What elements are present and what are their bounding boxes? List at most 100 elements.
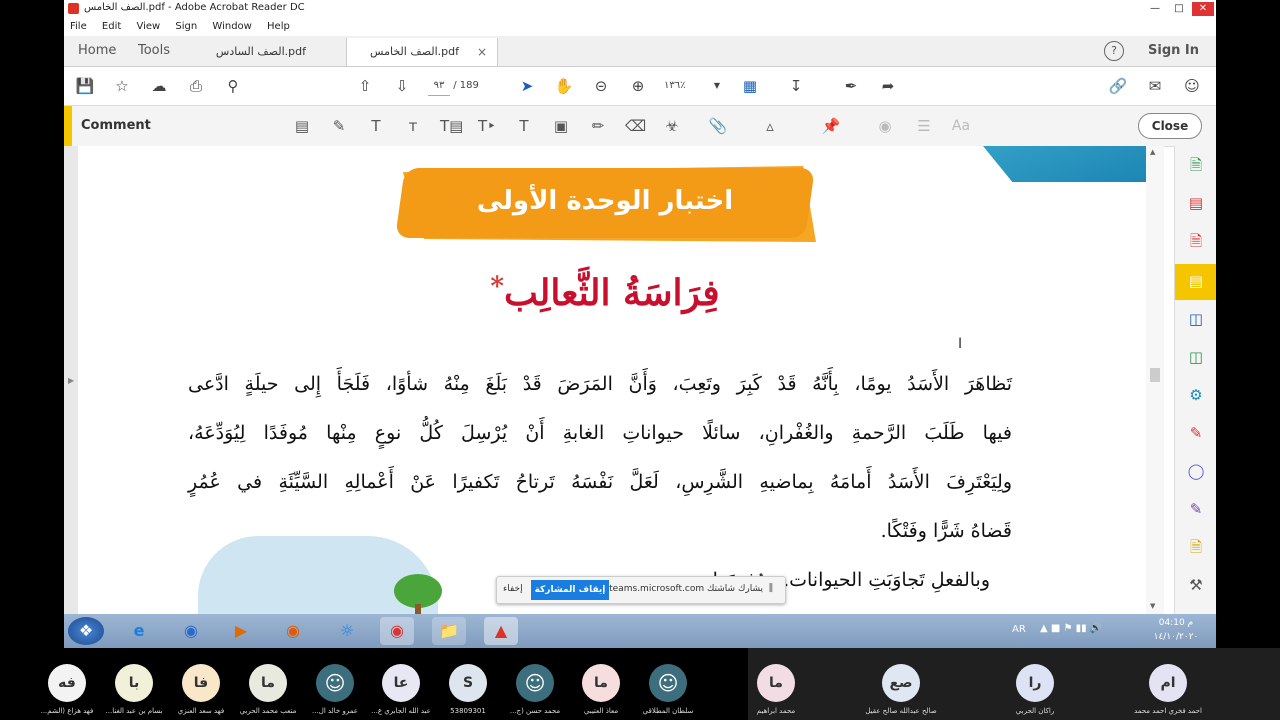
user-icon: ☺ [316,664,354,702]
edit-pdf-icon[interactable]: 🗎 [1185,536,1207,558]
add-user-icon[interactable]: ☺ [1182,76,1202,96]
tools-tab[interactable]: Tools [138,43,170,58]
star-icon[interactable]: ☆ [112,76,132,96]
attach-file-icon[interactable]: 📎 [708,116,728,136]
menu-bar: File Edit View Sign Window Help [64,18,1216,36]
drag-handle-icon[interactable]: ❚ [767,583,775,593]
create-pdf-icon[interactable]: 🗎 [1185,230,1207,252]
participant-avatar: ما [582,664,620,702]
close-tab-icon[interactable]: × [477,38,487,66]
fit-page-icon[interactable]: ▦ [740,76,760,96]
zoom-out-icon[interactable]: ⊝ [591,76,611,96]
organize-pages-icon[interactable]: ▤ [1185,192,1207,214]
participant-tile[interactable]: صع صالح عبدالله صالح عقيل [856,648,946,720]
zoom-search-icon[interactable]: ⚲ [223,76,243,96]
menu-help[interactable]: Help [267,18,290,36]
upload-cloud-icon[interactable]: ☁ [149,76,169,96]
close-comment-button[interactable]: Close [1138,113,1202,139]
vertical-scrollbar[interactable]: ▲ ▼ [1146,146,1164,614]
strikethrough-icon[interactable]: ᴛ [403,116,423,136]
scroll-mode-icon[interactable]: ↧ [786,76,806,96]
edge-swirl-icon[interactable]: ☼ [330,617,364,645]
story-title: فِرَاسَةُ الثَّعالِب* [400,272,810,314]
export-pdf-icon[interactable]: 🗎 [1185,154,1207,176]
participant-tile[interactable]: ام احمد فخري احمد محمد [1123,648,1213,720]
chrome-app-icon[interactable]: ◉ [174,617,208,645]
participant-tile[interactable]: ما محمد ابراهيم [731,648,821,720]
menu-file[interactable]: File [70,18,87,36]
sticky-note-icon[interactable]: ▤ [292,116,312,136]
protect-shield-icon[interactable]: ◯ [1185,460,1207,482]
more-tools-icon[interactable]: ⚒ [1185,574,1207,596]
clock-date[interactable]: ١٤/١٠/٢٠٢٠ [1146,632,1206,642]
tab-grade5-pdf[interactable]: الصف الخامس.pdf × [346,38,498,66]
internet-explorer-icon[interactable]: e [122,617,156,645]
zoom-select[interactable]: ١٣٦٪ ▼ [664,77,720,95]
zoom-in-icon[interactable]: ⊕ [628,76,648,96]
minimize-button[interactable]: — [1144,2,1166,16]
menu-view[interactable]: View [136,18,160,36]
font-size-icon[interactable]: Aa [951,116,971,136]
chevron-down-icon: ▼ [713,81,720,90]
pencil-icon[interactable]: ✏ [588,116,608,136]
combine-files-icon[interactable]: ◫ [1185,308,1207,330]
acrobat-taskbar-icon[interactable]: ▲ [484,617,518,645]
help-icon[interactable]: ? [1104,41,1124,61]
replace-text-icon[interactable]: T▤ [440,116,463,136]
left-panel-arrow-icon[interactable]: ▶ [68,376,74,385]
sign-in-button[interactable]: Sign In [1148,43,1199,58]
hand-tool-icon[interactable]: ✋ [554,76,574,96]
link-icon[interactable]: 🔗 [1108,76,1128,96]
firefox-icon[interactable]: ◉ [276,617,310,645]
menu-window[interactable]: Window [212,18,251,36]
email-icon[interactable]: ✉ [1145,76,1165,96]
request-signature-icon[interactable]: ✎ [1185,498,1207,520]
document-viewport[interactable]: ▶ اختبار الوحدة الأولى فِرَاسَةُ الثَّعا… [64,146,1146,614]
file-explorer-icon[interactable]: 📁 [432,617,466,645]
select-pointer-icon[interactable]: ➤ [517,76,537,96]
menu-edit[interactable]: Edit [102,18,121,36]
participant-tile[interactable]: ☺ سلطان المطلاقي [623,648,713,720]
page-current-input[interactable]: ٩٣ [428,77,450,96]
media-player-icon[interactable]: ▶ [224,617,258,645]
eraser-icon[interactable]: ⌫ [625,116,646,136]
save-icon[interactable]: 💾 [75,76,95,96]
fill-sign-icon[interactable]: ✎ [1185,422,1207,444]
language-indicator[interactable]: AR [1012,624,1026,635]
menu-sign[interactable]: Sign [175,18,197,36]
clock-time[interactable]: 04:10 م [1146,618,1206,628]
tab-grade6-pdf[interactable]: الصف السادس.pdf [194,38,344,66]
print-icon[interactable]: ⎙ [186,76,206,96]
tab-bar: Home Tools الصف السادس.pdf الصف الخامس.p… [64,36,1216,67]
scroll-up-icon[interactable]: ▲ [1150,148,1155,156]
add-text-icon[interactable]: T [514,116,534,136]
text-underline-icon[interactable]: T [366,116,386,136]
line-weight-icon[interactable]: ☰ [914,116,934,136]
send-for-review-icon[interactable]: ⚙ [1185,384,1207,406]
highlight-icon[interactable]: ✎ [329,116,349,136]
compress-pdf-icon[interactable]: ◫ [1185,346,1207,368]
stamp-icon[interactable]: ☣ [662,116,682,136]
shapes-icon[interactable]: ▵ [760,116,780,136]
stop-sharing-button[interactable]: إيقاف المشاركة [531,580,609,600]
sign-pen-icon[interactable]: ✒ [841,76,861,96]
maximize-button[interactable]: □ [1168,2,1190,16]
google-chrome-icon[interactable]: ◉ [380,617,414,645]
story-title-text: فِرَاسَةُ الثَّعالِب [504,272,720,314]
next-page-icon[interactable]: ⇩ [392,76,412,96]
close-window-button[interactable]: ✕ [1192,2,1214,16]
text-box-icon[interactable]: ▣ [551,116,571,136]
pin-icon[interactable]: 📌 [821,116,841,136]
comment-icon[interactable]: ▤ [1185,270,1207,292]
hide-banner-button[interactable]: إخفاء [503,584,523,594]
start-button-icon[interactable]: ❖ [68,617,104,645]
insert-text-icon[interactable]: T‣ [477,116,497,136]
fill-color-icon[interactable]: ◉ [875,116,895,136]
tray-icons[interactable]: ▲ ■ ⚑ ▮▮ 🔊 [1040,623,1102,634]
participant-tile[interactable]: را راكان الحربي [990,648,1080,720]
scroll-down-icon[interactable]: ▼ [1150,602,1155,610]
scroll-thumb[interactable] [1150,368,1160,382]
home-tab[interactable]: Home [78,43,116,58]
share-send-icon[interactable]: ➦ [878,76,898,96]
previous-page-icon[interactable]: ⇧ [355,76,375,96]
